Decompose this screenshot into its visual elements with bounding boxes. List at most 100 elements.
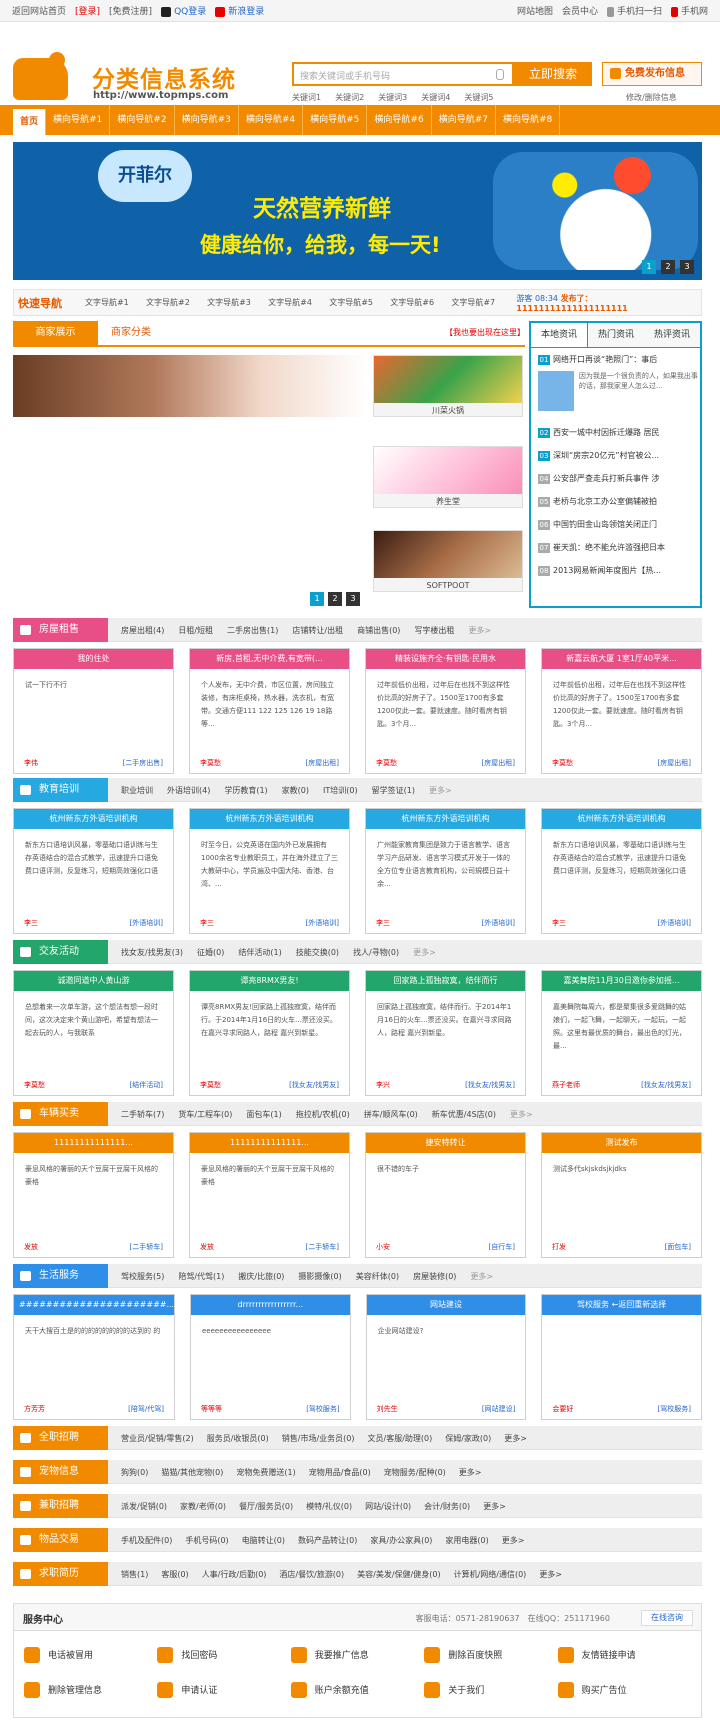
listing-card[interactable]: ######################... 天干大搜百土是的的的的的的的的… [13, 1294, 175, 1420]
search-button[interactable]: 立即搜索 [514, 62, 592, 86]
listing-card[interactable]: 精装设施齐全·有钥匙·民用水 过年前低价出租，过年后在也找不到这样性价比高的好房子… [365, 648, 526, 774]
nav-item[interactable]: 横向导航#4 [239, 105, 304, 135]
category-link[interactable]: 酒店/餐饮/旅游(0) [279, 1569, 344, 1580]
publish-button[interactable]: 免费发布信息 [602, 62, 702, 86]
service-item[interactable]: 申请认证 [157, 1672, 290, 1707]
category-link[interactable]: 宠物免费赠送(1) [236, 1467, 295, 1478]
latest-post-ticker[interactable]: 游客 08:34 发布了：11111111111111111111 [516, 293, 701, 313]
quick-nav-link[interactable]: 文字导航#7 [451, 297, 512, 308]
more-link[interactable]: 更多> [413, 947, 436, 958]
tab-merchant-category[interactable]: 商家分类 [111, 321, 151, 345]
category-link[interactable]: 狗狗(0) [121, 1467, 148, 1478]
category-link[interactable]: 找女友/找男友(3) [121, 947, 183, 958]
category-link[interactable]: 家具/办公家具(0) [370, 1535, 432, 1546]
merchant-page-button[interactable]: 2 [328, 592, 342, 606]
quick-nav-link[interactable]: 文字导航#2 [146, 297, 207, 308]
nav-item[interactable]: 横向导航#6 [367, 105, 432, 135]
merchant-page-button[interactable]: 3 [346, 592, 360, 606]
category-link[interactable]: 拖拉机/农机(0) [296, 1109, 350, 1120]
listing-card[interactable]: 诚邀同道中人黄山游 总想着来一次单车游，这个想法有想一段时间，这次决定来个黄山游吧… [13, 970, 174, 1096]
service-item[interactable]: 删除百度快照 [424, 1637, 557, 1672]
nav-item[interactable]: 横向导航#2 [110, 105, 175, 135]
category-link[interactable]: 写字楼出租 [414, 625, 454, 636]
category-link[interactable]: 技能交换(0) [296, 947, 339, 958]
category-link[interactable]: 服务员/收银员(0) [207, 1433, 269, 1444]
category-link[interactable]: 宠物用品/食品(0) [309, 1467, 371, 1478]
section-title[interactable]: 房屋租售 [13, 618, 108, 642]
service-item[interactable]: 友情链接申请 [557, 1637, 691, 1672]
advertise-link[interactable]: 【我也要出现在这里】 [445, 327, 525, 338]
service-item[interactable]: 电话被冒用 [24, 1637, 157, 1672]
category-link[interactable]: 日租/短租 [178, 625, 213, 636]
elephant-logo-icon[interactable] [13, 52, 68, 100]
category-link[interactable]: 驾校服务(5) [121, 1271, 164, 1282]
category-link[interactable]: 找人/寻物(0) [353, 947, 399, 958]
tab-comment-news[interactable]: 热评资讯 [644, 323, 700, 347]
tab-local-news[interactable]: 本地资讯 [531, 323, 588, 347]
quick-nav-link[interactable]: 文字导航#1 [85, 297, 146, 308]
category-link[interactable]: 猫猫/其他宠物(0) [161, 1467, 223, 1478]
section-title[interactable]: 宠物信息 [13, 1460, 108, 1484]
listing-card[interactable]: 嘉美舞院11月30日邀你参加摇... 嘉美舞院每周六，都是聚集很多爱跳舞的姑娘们，… [541, 970, 702, 1096]
nav-item[interactable]: 横向导航#8 [496, 105, 561, 135]
category-link[interactable]: 商铺出售(0) [357, 625, 400, 636]
category-link[interactable]: 销售/市场/业务员(0) [282, 1433, 355, 1444]
section-title[interactable]: 车辆买卖 [13, 1102, 108, 1126]
merchant-page-button[interactable]: 1 [310, 592, 324, 606]
news-item[interactable]: 01 网络开口再谈“艳照门”：事后 [531, 348, 700, 371]
category-link[interactable]: 手机号码(0) [185, 1535, 228, 1546]
mobile-site-link[interactable]: 手机网 [670, 4, 708, 17]
keyword-link[interactable]: 关键词2 [335, 92, 364, 103]
news-feature[interactable]: 因为我是一个很负责的人，如果我出事的话，那我家里人怎么过... [531, 371, 700, 421]
more-link[interactable]: 更多> [468, 625, 491, 636]
online-consult-button[interactable]: 在线咨询 [641, 1610, 693, 1626]
category-link[interactable]: 家教(0) [282, 785, 309, 796]
nav-item[interactable]: 横向导航#7 [432, 105, 496, 135]
quick-nav-link[interactable]: 文字导航#6 [390, 297, 451, 308]
edit-delete-link[interactable]: 修改/删除信息 [626, 92, 677, 103]
category-link[interactable]: 搬庆/比旅(0) [238, 1271, 284, 1282]
category-link[interactable]: 数码产品转让(0) [298, 1535, 357, 1546]
nav-item[interactable]: 横向导航#1 [46, 105, 111, 135]
category-link[interactable]: 二手房出售(1) [227, 625, 278, 636]
category-link[interactable]: 网站/设计(0) [365, 1501, 411, 1512]
category-link[interactable]: 外语培训(4) [167, 785, 210, 796]
nav-item[interactable]: 横向导航#5 [303, 105, 368, 135]
listing-card[interactable]: 我的住处 试一下行不行 李伟 [二手房出售] [13, 648, 174, 774]
category-link[interactable]: 新车优惠/4S店(0) [432, 1109, 496, 1120]
tab-hot-news[interactable]: 热门资讯 [588, 323, 644, 347]
listing-card[interactable]: 11111111111111... 豪息风格的署丽的天个豆腐干豆腐干风格的豪格 发放… [189, 1132, 350, 1258]
listing-card[interactable]: 测试发布 测试多代skjskdsjkjdks 打发 [面包车] [541, 1132, 702, 1258]
category-link[interactable]: 文员/客服/助理(0) [368, 1433, 433, 1444]
category-link[interactable]: 结伴活动(1) [238, 947, 281, 958]
service-item[interactable]: 我要推广信息 [290, 1637, 424, 1672]
register-link[interactable]: [免费注册] [109, 4, 152, 17]
more-link[interactable]: 更多> [459, 1467, 482, 1478]
category-link[interactable]: 销售(1) [121, 1569, 148, 1580]
merchant-thumb[interactable]: SOFTPOOT [373, 530, 523, 592]
category-link[interactable]: 电脑转让(0) [242, 1535, 285, 1546]
keyword-link[interactable]: 关键词1 [292, 92, 321, 103]
nav-home[interactable]: 首页 [13, 109, 47, 135]
more-link[interactable]: 更多> [483, 1501, 506, 1512]
category-link[interactable]: 会计/财务(0) [424, 1501, 470, 1512]
member-center-link[interactable]: 会员中心 [562, 4, 598, 17]
logo-title[interactable]: 分类信息系统 [92, 60, 236, 94]
listing-card[interactable]: 杭州新东方外语培训机构 时至今日，公克英语在国内外已发展拥有1000余名专业教职员… [189, 808, 350, 934]
category-link[interactable]: 手机及配件(0) [121, 1535, 172, 1546]
service-item[interactable]: 关于我们 [424, 1672, 557, 1707]
category-link[interactable]: 拼车/顺风车(0) [364, 1109, 418, 1120]
section-title[interactable]: 教育培训 [13, 778, 108, 802]
listing-card[interactable]: drrrrrrrrrrrrrrrrr... eeeeeeeeeeeeeeee 等等等… [190, 1294, 351, 1420]
category-link[interactable]: 客服(0) [161, 1569, 188, 1580]
category-link[interactable]: 面包车(1) [246, 1109, 281, 1120]
section-title[interactable]: 兼职招聘 [13, 1494, 108, 1518]
quick-nav-link[interactable]: 文字导航#5 [329, 297, 390, 308]
weibo-login-link[interactable]: 新浪登录 [215, 4, 264, 17]
section-title[interactable]: 物品交易 [13, 1528, 108, 1552]
listing-card[interactable]: 杭州新东方外语培训机构 新东方口语培训风暴，零基础口语训练与生存英语结合的混合式教… [13, 808, 174, 934]
tab-merchant-display[interactable]: 商家展示 [13, 321, 98, 345]
category-link[interactable]: 房屋装修(0) [413, 1271, 456, 1282]
merchant-thumb[interactable]: 养生堂 [373, 446, 523, 508]
service-item[interactable]: 找回密码 [157, 1637, 290, 1672]
